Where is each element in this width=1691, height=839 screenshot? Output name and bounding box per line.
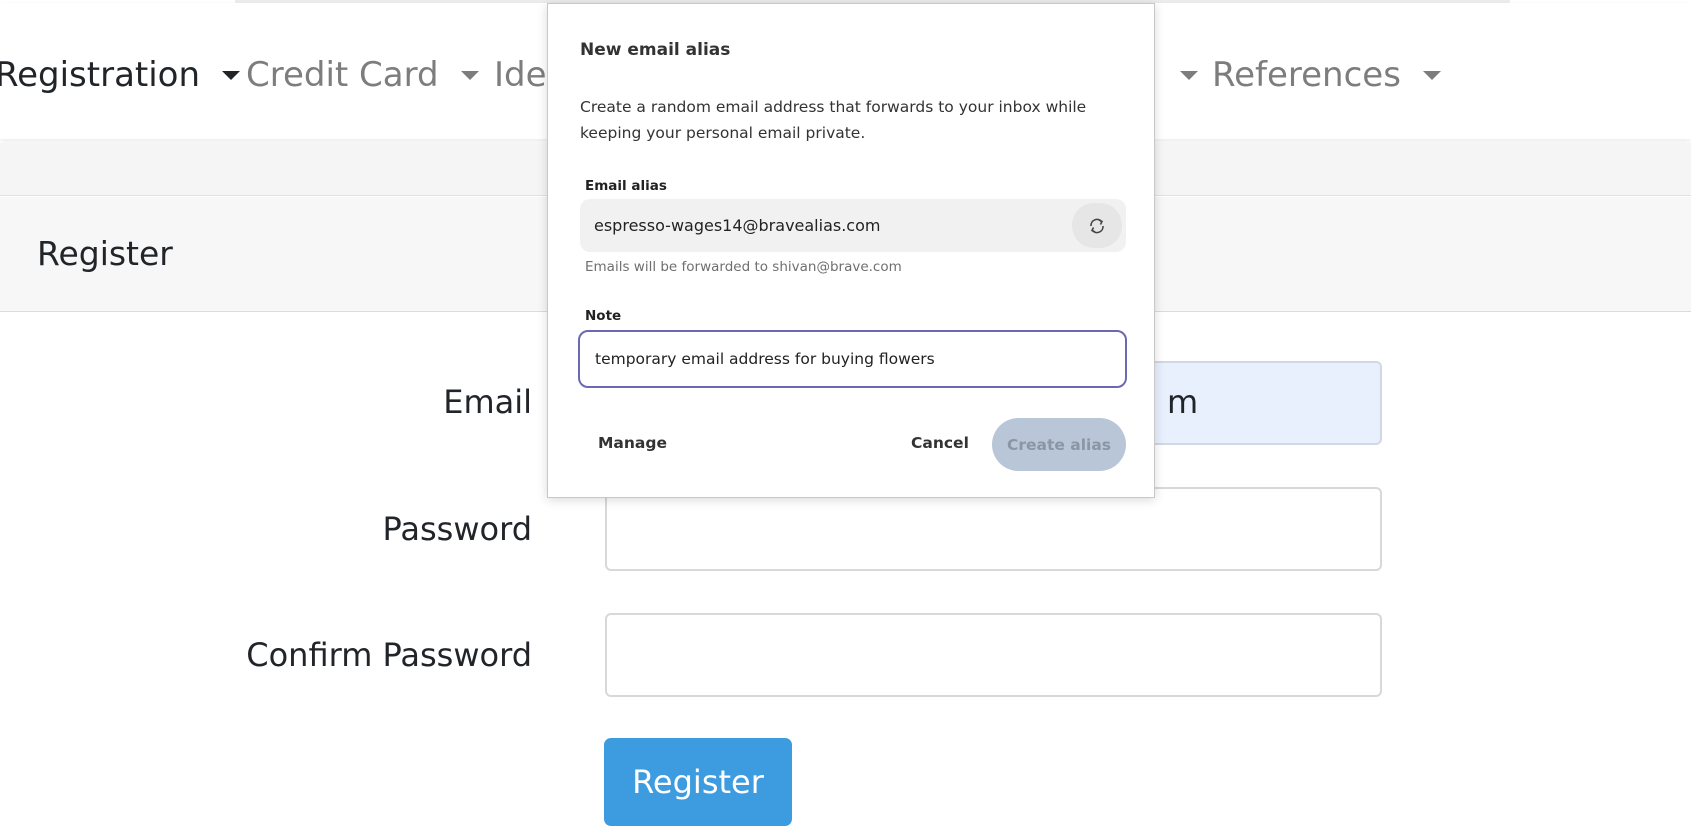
popup-title: New email alias (580, 40, 731, 60)
note-input[interactable]: temporary email address for buying flowe… (578, 330, 1127, 388)
email-field-value: m (1167, 383, 1199, 421)
nav-references-label: References (1212, 55, 1401, 95)
caret-down-icon (460, 70, 479, 80)
note-label: Note (585, 308, 622, 324)
nav-hidden-dropdown[interactable] (1158, 53, 1198, 97)
manage-button[interactable]: Manage (598, 434, 667, 452)
caret-down-icon (1180, 70, 1198, 80)
nav-registration-label: Registration (0, 55, 201, 95)
refresh-icon (1090, 218, 1104, 233)
nav-references[interactable]: References (1212, 53, 1441, 97)
email-label: Email (443, 383, 532, 421)
alias-value: espresso-wages14@bravealias.com (594, 216, 881, 235)
nav-credit-card-label: Credit Card (246, 55, 439, 95)
confirm-password-label: Confirm Password (246, 636, 532, 674)
register-button[interactable]: Register (604, 738, 792, 826)
card-title: Register (37, 234, 173, 273)
refresh-alias-button[interactable] (1072, 203, 1122, 248)
password-label: Password (382, 510, 532, 548)
create-alias-button[interactable]: Create alias (992, 418, 1126, 471)
password-field[interactable] (605, 487, 1382, 571)
caret-down-icon (222, 70, 241, 80)
forwarding-helper-text: Emails will be forwarded to shivan@brave… (585, 259, 902, 275)
alias-label: Email alias (585, 178, 667, 194)
alias-display: espresso-wages14@bravealias.com (580, 199, 1126, 252)
cancel-button[interactable]: Cancel (911, 434, 969, 452)
note-value: temporary email address for buying flowe… (595, 350, 935, 368)
nav-registration[interactable]: Registration (0, 53, 241, 97)
popup-description: Create a random email address that forwa… (580, 98, 1087, 142)
nav-credit-card[interactable]: Credit Card (246, 53, 479, 97)
email-alias-popup: New email alias Create a random email ad… (547, 3, 1155, 498)
caret-down-icon (1422, 70, 1441, 80)
confirm-password-field[interactable] (605, 613, 1382, 697)
